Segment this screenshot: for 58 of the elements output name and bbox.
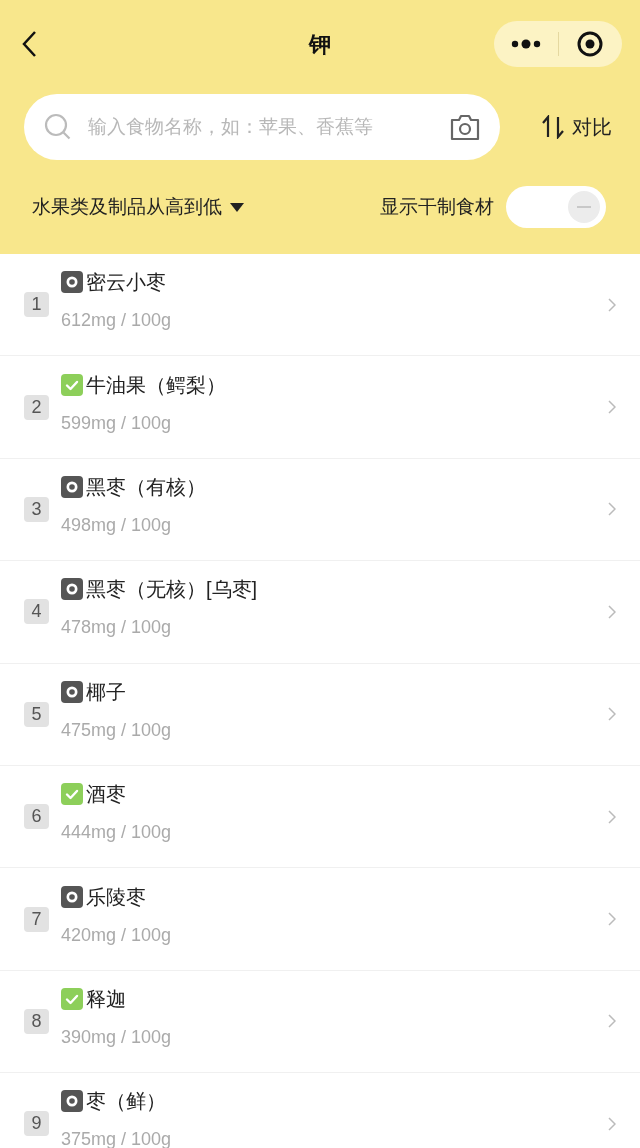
food-name: 黑枣（无核）[乌枣] [86, 577, 258, 603]
food-item[interactable]: 6 酒枣 444mg / 100g [0, 765, 640, 869]
chevron-icon [608, 604, 616, 619]
amount-text: 475mg / 100g [61, 718, 172, 742]
amount-text: 444mg / 100g [61, 821, 172, 845]
rank-badge: 6 [24, 804, 49, 830]
amount-text: 599mg / 100g [61, 411, 173, 435]
camera-icon[interactable] [450, 113, 480, 141]
check-icon [61, 987, 83, 1010]
amount-text: 612mg / 100g [61, 309, 172, 333]
dried-toggle[interactable] [506, 186, 606, 228]
food-name: 黑枣（有核） [86, 474, 206, 500]
page-title: 钾 [309, 30, 331, 59]
rank-badge: 4 [24, 599, 49, 625]
chevron-icon [608, 809, 616, 824]
search-input[interactable]: 输入食物名称，如：苹果、香蕉等 [88, 112, 434, 142]
check-icon [61, 373, 83, 396]
chevron-icon [608, 1014, 616, 1029]
rank-badge: 1 [24, 292, 49, 318]
caret-icon [230, 202, 244, 212]
check-icon [61, 783, 83, 806]
chevron-icon [608, 707, 616, 722]
rank-badge: 3 [24, 496, 49, 522]
food-item[interactable]: 2 牛油果（鳄梨） 599mg / 100g [0, 356, 640, 459]
food-name: 椰子 [86, 679, 126, 705]
food-item[interactable]: 4 黑枣（无核）[乌枣] 478mg / 100g [0, 561, 640, 664]
food-item[interactable]: 5 椰子 475mg / 100g [0, 663, 640, 766]
rank-badge: 2 [24, 394, 49, 420]
food-item[interactable]: 3 黑枣（有核） 498mg / 100g [0, 458, 640, 562]
chevron-icon [608, 502, 616, 517]
chevron-icon [608, 400, 616, 415]
food-item[interactable]: 8 释迦 390mg / 100g [0, 970, 640, 1074]
amount-text: 478mg / 100g [61, 616, 173, 640]
chevron-icon [608, 912, 616, 927]
toggle-label: 显示干制食材 [380, 194, 494, 219]
food-item[interactable]: 1 密云小枣 612mg / 100g [0, 254, 640, 357]
search-icon [44, 113, 72, 141]
rank-badge: 9 [24, 1111, 49, 1137]
food-name: 枣（鲜） [86, 1089, 166, 1115]
chevron-icon [608, 297, 616, 312]
amount-text: 498mg / 100g [61, 513, 173, 537]
food-name: 酒枣 [86, 782, 126, 808]
compare-button[interactable]: 对比 [542, 112, 612, 142]
amount-text: 420mg / 100g [61, 923, 172, 947]
search-field[interactable]: 输入食物名称，如：苹果、香蕉等 [24, 94, 500, 160]
rank-badge: 7 [24, 906, 49, 932]
amount-text: 390mg / 100g [61, 1025, 172, 1049]
chevron-icon [608, 1116, 616, 1131]
food-name: 密云小枣 [86, 270, 166, 296]
rank-badge: 8 [24, 1008, 49, 1034]
food-name: 释迦 [86, 986, 126, 1012]
food-name: 乐陵枣 [86, 884, 146, 910]
back-icon[interactable] [20, 30, 38, 58]
sort-dropdown[interactable]: 水果类及制品从高到低 [32, 192, 244, 222]
swap-icon [542, 115, 564, 139]
food-name: 牛油果（鳄梨） [86, 372, 226, 398]
rank-badge: 5 [24, 701, 49, 727]
food-item[interactable]: 7 乐陵枣 420mg / 100g [0, 868, 640, 971]
